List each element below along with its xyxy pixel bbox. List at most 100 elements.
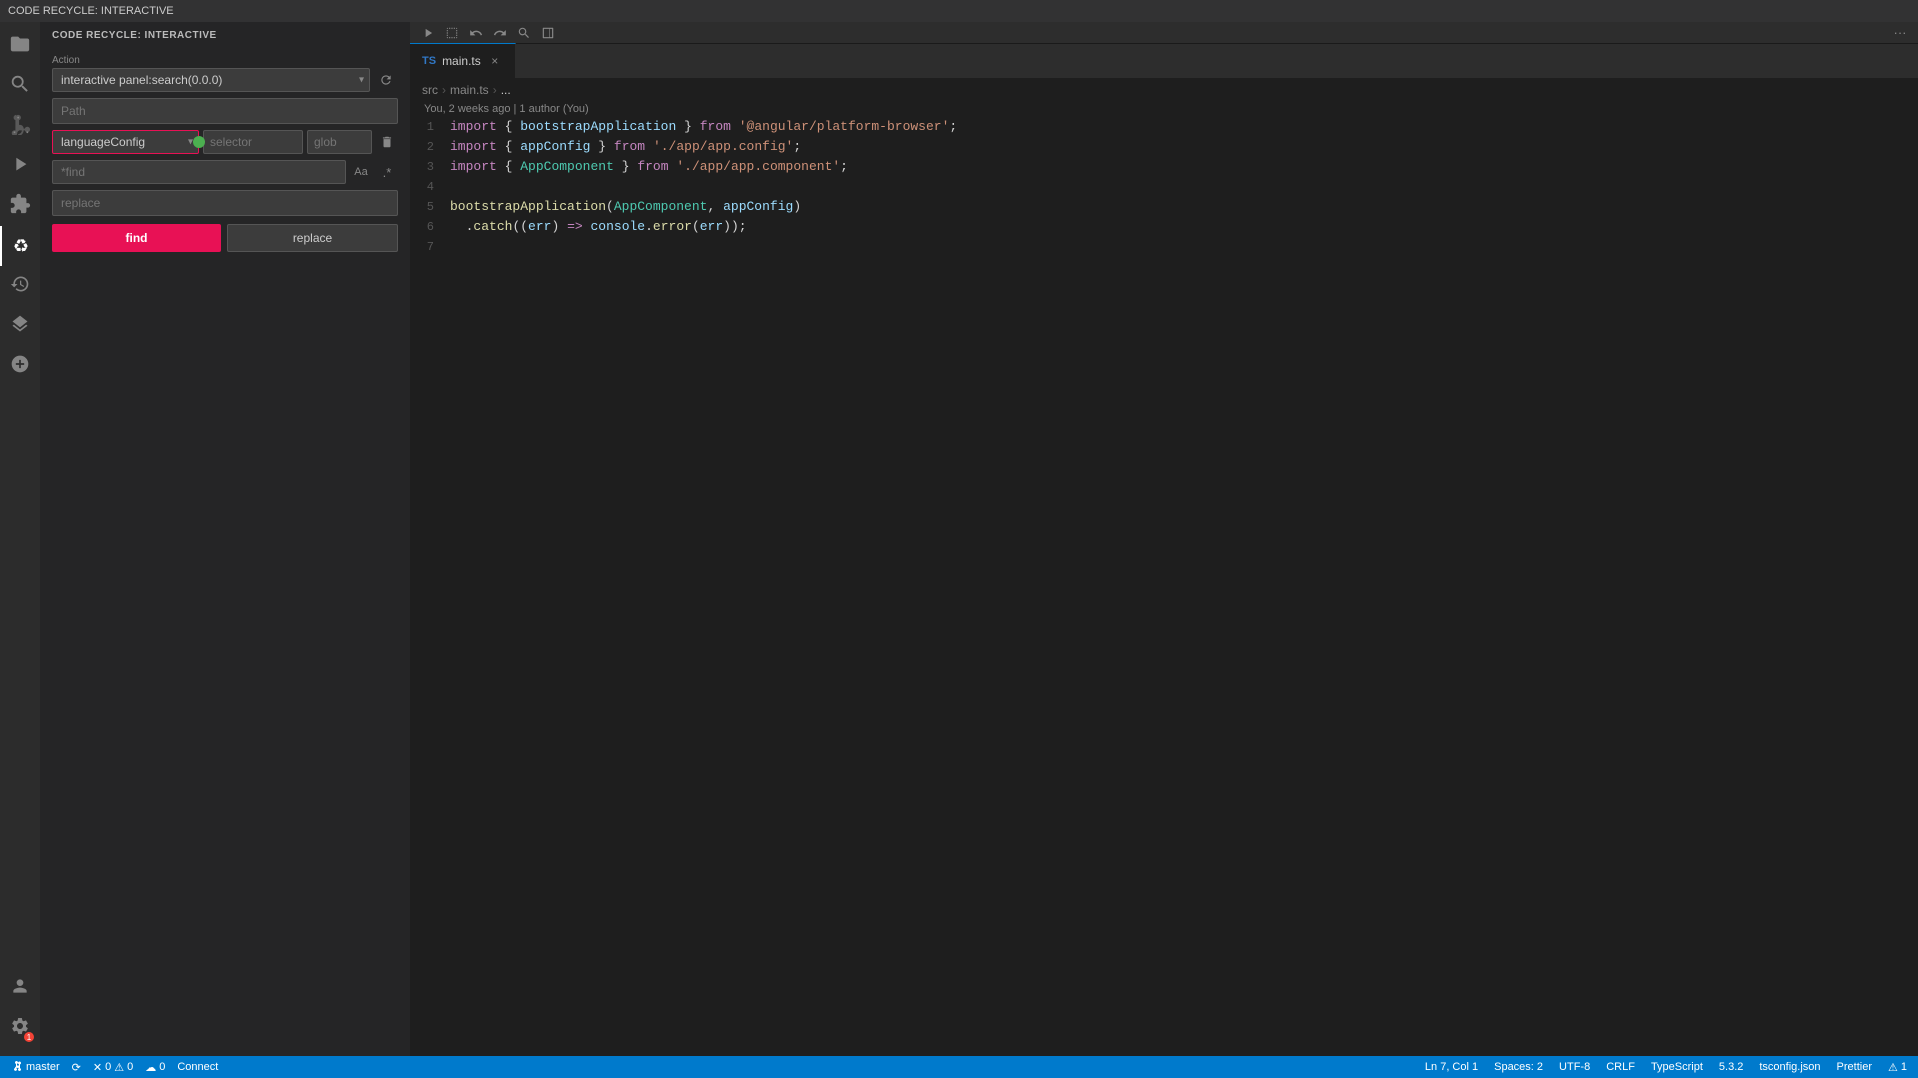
sidebar-item-debug[interactable] xyxy=(0,146,40,186)
sidebar-item-search[interactable] xyxy=(0,66,40,106)
settings-warning-badge: 1 xyxy=(24,1032,34,1042)
path-input[interactable] xyxy=(52,98,398,124)
replace-input[interactable] xyxy=(52,190,398,216)
connect-item[interactable]: Connect xyxy=(174,1061,221,1073)
main-layout: ♻ 1 xyxy=(0,22,1918,1056)
spaces-item[interactable]: Spaces: 2 xyxy=(1491,1061,1546,1073)
git-branch-item[interactable]: master xyxy=(8,1060,63,1075)
delete-pattern-button[interactable] xyxy=(376,131,398,153)
line-content-3: import { AppComponent } from './app/app.… xyxy=(450,157,1918,176)
breadcrumb-file[interactable]: main.ts xyxy=(450,83,489,97)
line-content-7 xyxy=(450,237,1918,256)
golive-icon: ☁ xyxy=(145,1061,156,1074)
code-editor[interactable]: 1 import { bootstrapApplication } from '… xyxy=(410,117,1918,1056)
action-group: Action interactive panel:search(0.0.0) i… xyxy=(52,55,398,92)
line-ending-item[interactable]: CRLF xyxy=(1603,1061,1638,1073)
sidebar-item-extensions[interactable] xyxy=(0,186,40,226)
errors-count: 0 xyxy=(105,1061,111,1073)
warning-version-num: 1 xyxy=(1901,1061,1907,1073)
tab-close-button[interactable]: × xyxy=(487,53,503,69)
debug-icon xyxy=(9,153,31,180)
extensions-icon xyxy=(9,193,31,220)
editor-toolbar: ··· xyxy=(410,22,1918,44)
line-content-5: bootstrapApplication(AppComponent, appCo… xyxy=(450,197,1918,216)
warning-version-item[interactable]: ⚠ 1 xyxy=(1885,1061,1910,1074)
match-case-toggle[interactable]: Aa xyxy=(350,161,372,183)
status-bar-left: master ⟳ ✕ 0 ⚠ 0 ☁ 0 Connect xyxy=(8,1060,221,1075)
panel-title: CODE RECYCLE: INTERACTIVE xyxy=(40,22,410,47)
code-line-5: 5 bootstrapApplication(AppComponent, app… xyxy=(410,197,1918,217)
line-content-4 xyxy=(450,177,1918,196)
tab-filename: main.ts xyxy=(442,54,481,68)
refresh-button[interactable] xyxy=(374,68,398,92)
git-blame-info: You, 2 weeks ago | 1 author (You) xyxy=(410,101,1918,117)
find-button[interactable]: find xyxy=(52,224,221,252)
sidebar-item-files[interactable] xyxy=(0,26,40,66)
run-button[interactable] xyxy=(418,23,438,43)
line-number-7: 7 xyxy=(410,238,450,257)
sidebar-item-plugin[interactable] xyxy=(0,346,40,386)
sync-item[interactable]: ⟳ xyxy=(69,1061,84,1074)
language-item[interactable]: TypeScript xyxy=(1648,1061,1706,1073)
errors-item[interactable]: ✕ 0 ⚠ 0 xyxy=(90,1061,136,1074)
sidebar-item-recycle[interactable]: ♻ xyxy=(0,226,40,266)
action-label: Action xyxy=(52,55,398,66)
find-row: Aa .* xyxy=(52,160,398,184)
more-actions-button[interactable]: ··· xyxy=(1890,23,1910,43)
code-line-1: 1 import { bootstrapApplication } from '… xyxy=(410,117,1918,137)
ts-version-text: 5.3.2 xyxy=(1719,1061,1743,1073)
plugin-icon xyxy=(10,354,30,379)
sidebar-item-history[interactable] xyxy=(0,266,40,306)
encoding-text: UTF-8 xyxy=(1559,1061,1590,1073)
line-col-text: Ln 7, Col 1 xyxy=(1425,1061,1478,1073)
typescript-file-icon: TS xyxy=(422,55,436,67)
golive-count: 0 xyxy=(159,1061,165,1073)
sync-icon: ⟳ xyxy=(72,1061,81,1074)
sidebar-item-layers[interactable] xyxy=(0,306,40,346)
line-col-item[interactable]: Ln 7, Col 1 xyxy=(1422,1061,1481,1073)
redo-button[interactable] xyxy=(490,23,510,43)
code-line-3: 3 import { AppComponent } from './app/ap… xyxy=(410,157,1918,177)
undo-button[interactable] xyxy=(466,23,486,43)
layout-button[interactable] xyxy=(442,23,462,43)
layers-icon xyxy=(10,314,30,339)
sidebar-panel: CODE RECYCLE: INTERACTIVE Action interac… xyxy=(40,22,410,1056)
buttons-row: find replace xyxy=(52,224,398,252)
breadcrumb-src[interactable]: src xyxy=(422,83,438,97)
line-content-6: .catch((err) => console.error(err)); xyxy=(450,217,1918,236)
title-bar: CODE RECYCLE: INTERACTIVE xyxy=(0,0,1918,22)
account-button[interactable] xyxy=(0,968,40,1008)
replace-button[interactable]: replace xyxy=(227,224,398,252)
line-ending-text: CRLF xyxy=(1606,1061,1635,1073)
title-bar-text: CODE RECYCLE: INTERACTIVE xyxy=(8,5,174,17)
file-pattern-select[interactable]: languageConfig xyxy=(52,130,199,154)
git-branch-name: master xyxy=(26,1061,60,1073)
glob-input[interactable] xyxy=(307,130,372,154)
regex-toggle[interactable]: .* xyxy=(376,161,398,183)
action-select[interactable]: interactive panel:search(0.0.0) interact… xyxy=(52,68,370,92)
prettier-item[interactable]: Prettier xyxy=(1834,1061,1875,1073)
golive-item[interactable]: ☁ 0 xyxy=(142,1061,168,1074)
encoding-item[interactable]: UTF-8 xyxy=(1556,1061,1593,1073)
warning-icon: ⚠ xyxy=(114,1061,124,1074)
code-line-7: 7 xyxy=(410,237,1918,257)
split-editor-button[interactable] xyxy=(538,23,558,43)
settings-button[interactable]: 1 xyxy=(0,1008,40,1048)
line-number-3: 3 xyxy=(410,158,450,177)
panel-body: Action interactive panel:search(0.0.0) i… xyxy=(40,47,410,260)
files-icon xyxy=(9,33,31,60)
editor-search-button[interactable] xyxy=(514,23,534,43)
ts-version-item[interactable]: 5.3.2 xyxy=(1716,1061,1746,1073)
find-input[interactable] xyxy=(52,160,346,184)
breadcrumb-sep-1: › xyxy=(442,83,446,97)
source-control-icon xyxy=(9,113,31,140)
line-content-1: import { bootstrapApplication } from '@a… xyxy=(450,117,1918,136)
clock-icon xyxy=(10,274,30,299)
line-number-4: 4 xyxy=(410,178,450,197)
tsconfig-item[interactable]: tsconfig.json xyxy=(1756,1061,1823,1073)
selector-input[interactable] xyxy=(203,130,303,154)
line-number-5: 5 xyxy=(410,198,450,217)
tab-main-ts[interactable]: TS main.ts × xyxy=(410,43,516,78)
active-indicator-dot xyxy=(193,136,205,148)
sidebar-item-source-control[interactable] xyxy=(0,106,40,146)
